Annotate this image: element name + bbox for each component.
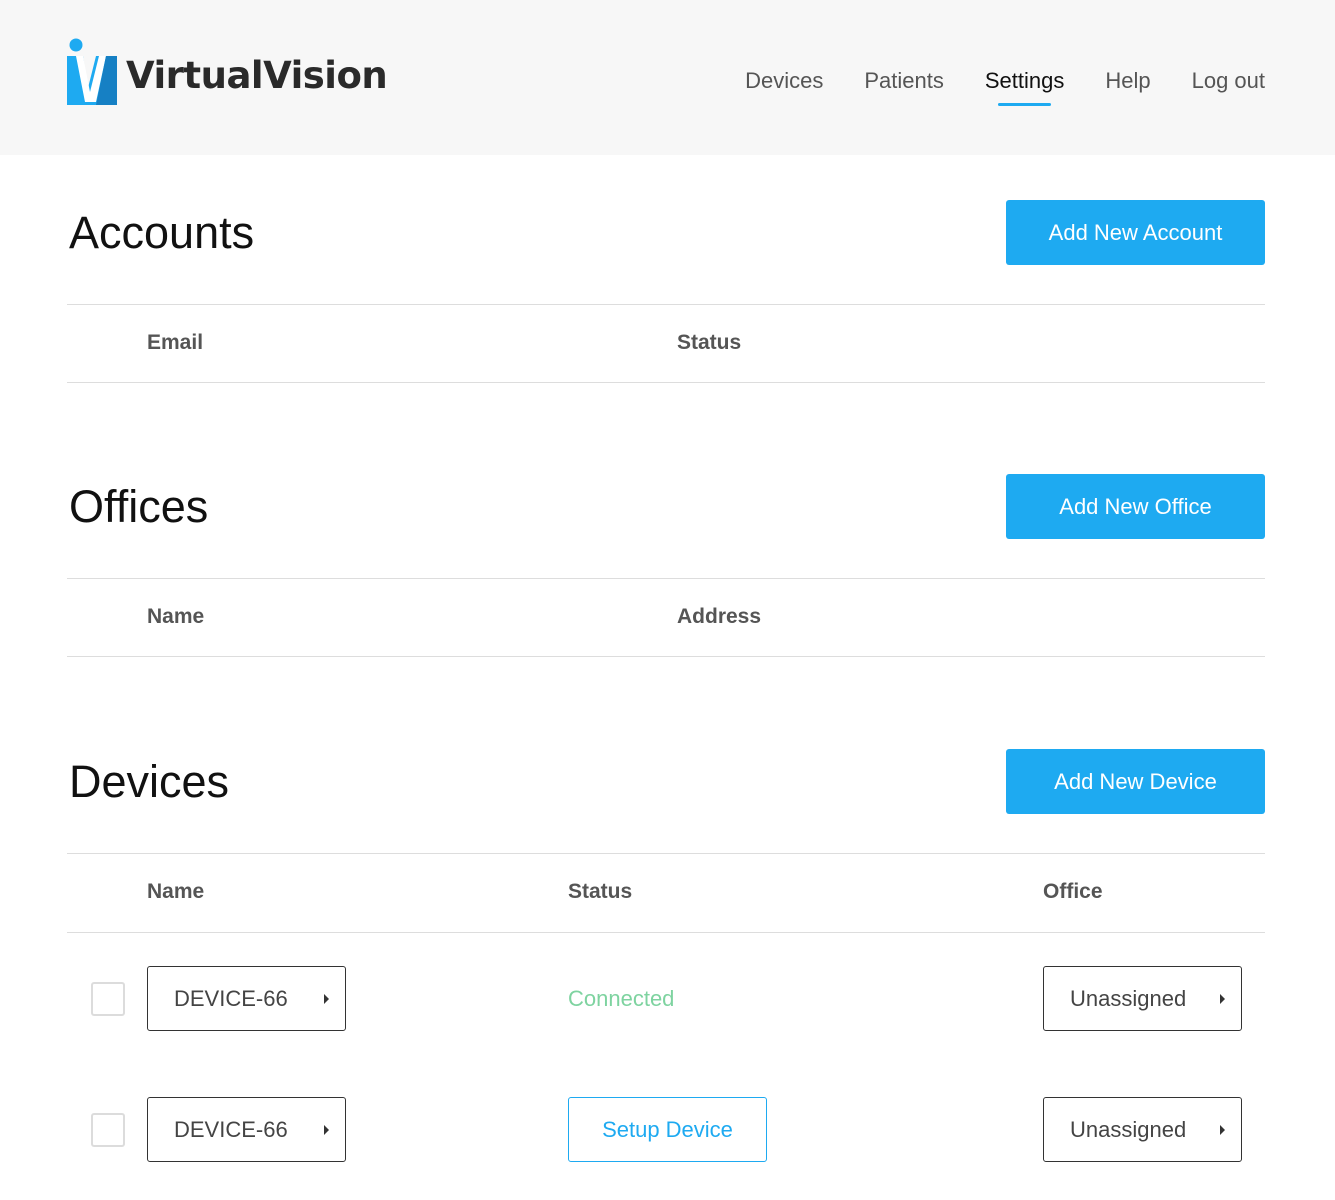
office-select[interactable]: Unassigned [1043,1097,1242,1162]
accounts-col-email[interactable]: Email [147,328,203,358]
devices-col-office[interactable]: Office [1043,877,1103,907]
accounts-table-bottom-rule [67,382,1265,383]
nav-patients[interactable]: Patients [864,66,944,96]
device-name-value: DEVICE-66 [174,1116,288,1142]
nav-help[interactable]: Help [1105,66,1150,96]
accounts-col-status[interactable]: Status [677,328,741,358]
devices-table-header-rule [67,932,1265,933]
add-device-button[interactable]: Add New Device [1006,749,1265,814]
add-account-button[interactable]: Add New Account [1006,200,1265,265]
device-name-select[interactable]: DEVICE-66 [147,1097,346,1162]
offices-col-address[interactable]: Address [677,602,761,632]
devices-table-top-rule [67,853,1265,854]
top-bar: VirtualVision Devices Patients Settings … [0,0,1335,155]
devices-title: Devices [69,756,230,807]
caret-right-icon [1220,1125,1225,1135]
accounts-title: Accounts [69,207,255,258]
office-value: Unassigned [1070,985,1187,1011]
offices-col-name[interactable]: Name [147,602,204,632]
devices-col-name[interactable]: Name [147,877,204,907]
office-value: Unassigned [1070,1116,1187,1142]
offices-title: Offices [69,481,209,532]
caret-right-icon [1220,994,1225,1004]
caret-right-icon [324,994,329,1004]
offices-table-top-rule [67,578,1265,579]
brand-logo[interactable]: VirtualVision [66,38,388,108]
brand-name: VirtualVision [126,53,388,97]
virtualvision-logo-icon [67,38,117,105]
status-connected-label: Connected [568,986,675,1011]
device-name-value: DEVICE-66 [174,985,288,1011]
office-select[interactable]: Unassigned [1043,966,1242,1031]
main-nav: Devices Patients Settings Help Log out [704,66,1265,106]
setup-device-button[interactable]: Setup Device [568,1097,767,1162]
device-name-select[interactable]: DEVICE-66 [147,966,346,1031]
nav-settings[interactable]: Settings [985,66,1064,106]
add-office-button[interactable]: Add New Office [1006,474,1265,539]
devices-col-status[interactable]: Status [568,877,632,907]
nav-logout[interactable]: Log out [1192,66,1265,96]
caret-right-icon [324,1125,329,1135]
offices-table-bottom-rule [67,656,1265,657]
nav-devices[interactable]: Devices [745,66,823,96]
accounts-table-top-rule [67,304,1265,305]
row-checkbox[interactable] [91,982,125,1016]
row-checkbox[interactable] [91,1113,125,1147]
